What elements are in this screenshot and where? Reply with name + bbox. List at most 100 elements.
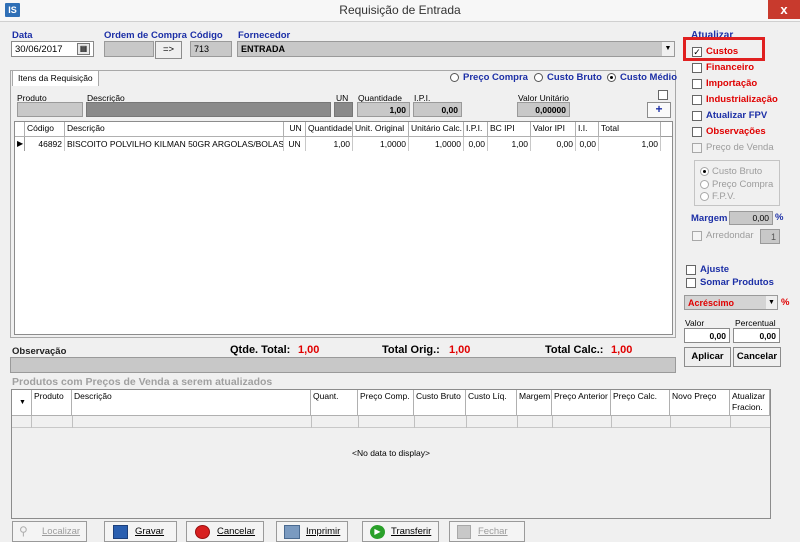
filter-divider bbox=[730, 416, 731, 428]
un-field[interactable] bbox=[334, 102, 353, 117]
col-custo-liq[interactable]: Custo Líq. bbox=[466, 390, 517, 416]
checkbox-custos-label: Custos bbox=[706, 46, 739, 57]
cell-codigo: 46892 bbox=[25, 137, 65, 151]
margem-label: Margem bbox=[691, 213, 728, 224]
col-unitario-calc[interactable]: Unitário Calc. bbox=[409, 122, 464, 137]
filter-divider bbox=[466, 416, 467, 428]
imprimir-label: Imprimir bbox=[306, 526, 341, 537]
col-preco-calc[interactable]: Preço Calc. bbox=[611, 390, 670, 416]
localizar-button[interactable]: ⚲ Localizar bbox=[12, 521, 87, 542]
cancelar-button[interactable]: Cancelar bbox=[186, 521, 264, 542]
cancelar-label: Cancelar bbox=[217, 526, 256, 537]
chevron-down-icon[interactable]: ▼ bbox=[662, 42, 674, 56]
descricao-field[interactable] bbox=[86, 102, 331, 117]
radio-pv-fpv bbox=[700, 192, 709, 201]
transferir-button[interactable]: ▶ Transferir bbox=[362, 521, 439, 542]
col-quantidade[interactable]: Quantidade bbox=[306, 122, 353, 137]
checkbox-importacao[interactable] bbox=[692, 79, 702, 89]
percentual-field[interactable]: 0,00 bbox=[733, 328, 780, 343]
observacao-field[interactable] bbox=[10, 357, 676, 373]
filter-divider bbox=[72, 416, 73, 428]
produtos-precos-title: Produtos com Preços de Venda a serem atu… bbox=[12, 376, 273, 388]
col-produto[interactable]: Produto bbox=[32, 390, 72, 416]
margem-field[interactable]: 0,00 bbox=[729, 211, 773, 225]
checkbox-financeiro[interactable] bbox=[692, 63, 702, 73]
filter-row[interactable] bbox=[12, 416, 770, 428]
col-custo-bruto[interactable]: Custo Bruto bbox=[414, 390, 466, 416]
item-checkbox[interactable] bbox=[658, 90, 668, 100]
col-descricao-prod[interactable]: Descrição bbox=[72, 390, 311, 416]
tipo-chevron-down-icon[interactable]: ▼ bbox=[766, 296, 777, 309]
cell-total: 1,00 bbox=[599, 137, 661, 151]
checkbox-custos[interactable]: ✓ bbox=[692, 47, 702, 57]
tipo-ajuste-select[interactable]: Acréscimo bbox=[684, 295, 778, 310]
col-preco-comp[interactable]: Preço Comp. bbox=[358, 390, 414, 416]
ipi-field[interactable]: 0,00 bbox=[413, 102, 462, 117]
col-atualizar-fracion[interactable]: Atualizar Fracion. bbox=[730, 390, 770, 416]
total-orig-value: 1,00 bbox=[449, 344, 471, 356]
col-preco-anterior[interactable]: Preço Anterior bbox=[552, 390, 611, 416]
filter-icon[interactable]: ▼ bbox=[12, 390, 32, 416]
cell-bc-ipi: 1,00 bbox=[488, 137, 531, 151]
checkbox-arredondar bbox=[692, 231, 702, 241]
checkbox-industrializacao-label: Industrialização bbox=[706, 94, 778, 105]
codigo-field[interactable]: 713 bbox=[190, 41, 232, 57]
checkbox-industrializacao[interactable] bbox=[692, 95, 702, 105]
filter-divider bbox=[311, 416, 312, 428]
col-codigo[interactable]: Código bbox=[25, 122, 65, 137]
ordem-field[interactable] bbox=[104, 41, 154, 57]
col-unit-original[interactable]: Unit. Original bbox=[353, 122, 409, 137]
fechar-button[interactable]: Fechar bbox=[449, 521, 525, 542]
cancelar-ajuste-button[interactable]: Cancelar bbox=[733, 347, 781, 367]
filter-divider bbox=[358, 416, 359, 428]
close-button[interactable]: x bbox=[768, 0, 800, 19]
binoculars-icon: ⚲ bbox=[19, 524, 28, 538]
imprimir-button[interactable]: Imprimir bbox=[276, 521, 348, 542]
total-calc-value: 1,00 bbox=[611, 344, 633, 356]
qtde-total-value: 1,00 bbox=[298, 344, 320, 356]
radio-custo-bruto[interactable] bbox=[534, 73, 543, 82]
filter-divider bbox=[611, 416, 612, 428]
checkbox-somar-produtos[interactable] bbox=[686, 278, 696, 288]
table-row[interactable]: ▶ 46892 BISCOITO POLVILHO KILMAN 50GR AR… bbox=[15, 137, 661, 151]
col-descricao[interactable]: Descrição bbox=[65, 122, 284, 137]
data-label: Data bbox=[12, 30, 33, 41]
col-valor-ipi[interactable]: Valor IPI bbox=[531, 122, 576, 137]
col-novo-preco[interactable]: Novo Preço bbox=[670, 390, 730, 416]
col-bc-ipi[interactable]: BC IPI bbox=[488, 122, 531, 137]
checkbox-atualizar-fpv-label: Atualizar FPV bbox=[706, 110, 768, 121]
save-icon bbox=[113, 525, 128, 539]
produto-field[interactable] bbox=[17, 102, 83, 117]
checkbox-financeiro-label: Financeiro bbox=[706, 62, 755, 73]
cell-ii: 0,00 bbox=[576, 137, 599, 151]
col-un[interactable]: UN bbox=[284, 122, 306, 137]
radio-preco-compra[interactable] bbox=[450, 73, 459, 82]
col-ii[interactable]: I.I. bbox=[576, 122, 599, 137]
cancel-icon bbox=[195, 525, 210, 539]
valor-field[interactable]: 0,00 bbox=[684, 328, 730, 343]
radio-custo-medio[interactable] bbox=[607, 73, 616, 82]
checkbox-atualizar-fpv[interactable] bbox=[692, 111, 702, 121]
col-quant[interactable]: Quant. bbox=[311, 390, 358, 416]
arredondar-label: Arredondar bbox=[706, 230, 754, 241]
col-total[interactable]: Total bbox=[599, 122, 661, 137]
arredondar-field: 1 bbox=[760, 229, 780, 244]
checkbox-ajuste[interactable] bbox=[686, 265, 696, 275]
transferir-label: Transferir bbox=[391, 526, 432, 537]
col-ipi[interactable]: I.P.I. bbox=[464, 122, 488, 137]
cell-ipi: 0,00 bbox=[464, 137, 488, 151]
somar-produtos-label: Somar Produtos bbox=[700, 277, 774, 288]
fornecedor-select[interactable]: ENTRADA bbox=[237, 41, 675, 57]
checkbox-observacoes-label: Observações bbox=[706, 126, 766, 137]
radio-pv-fpv-label: F.P.V. bbox=[712, 191, 736, 202]
valor-unitario-field[interactable]: 0,00000 bbox=[517, 102, 570, 117]
ordem-search-button[interactable]: => bbox=[155, 41, 182, 59]
col-margem[interactable]: Margem bbox=[517, 390, 552, 416]
quantidade-field[interactable]: 1,00 bbox=[357, 102, 410, 117]
aplicar-button[interactable]: Aplicar bbox=[684, 347, 731, 367]
tab-itens-requisicao[interactable]: Itens da Requisição bbox=[12, 70, 99, 86]
add-item-button[interactable]: + bbox=[647, 102, 671, 118]
checkbox-observacoes[interactable] bbox=[692, 127, 702, 137]
calendar-icon[interactable]: ▦ bbox=[77, 43, 90, 55]
gravar-button[interactable]: Gravar bbox=[104, 521, 177, 542]
